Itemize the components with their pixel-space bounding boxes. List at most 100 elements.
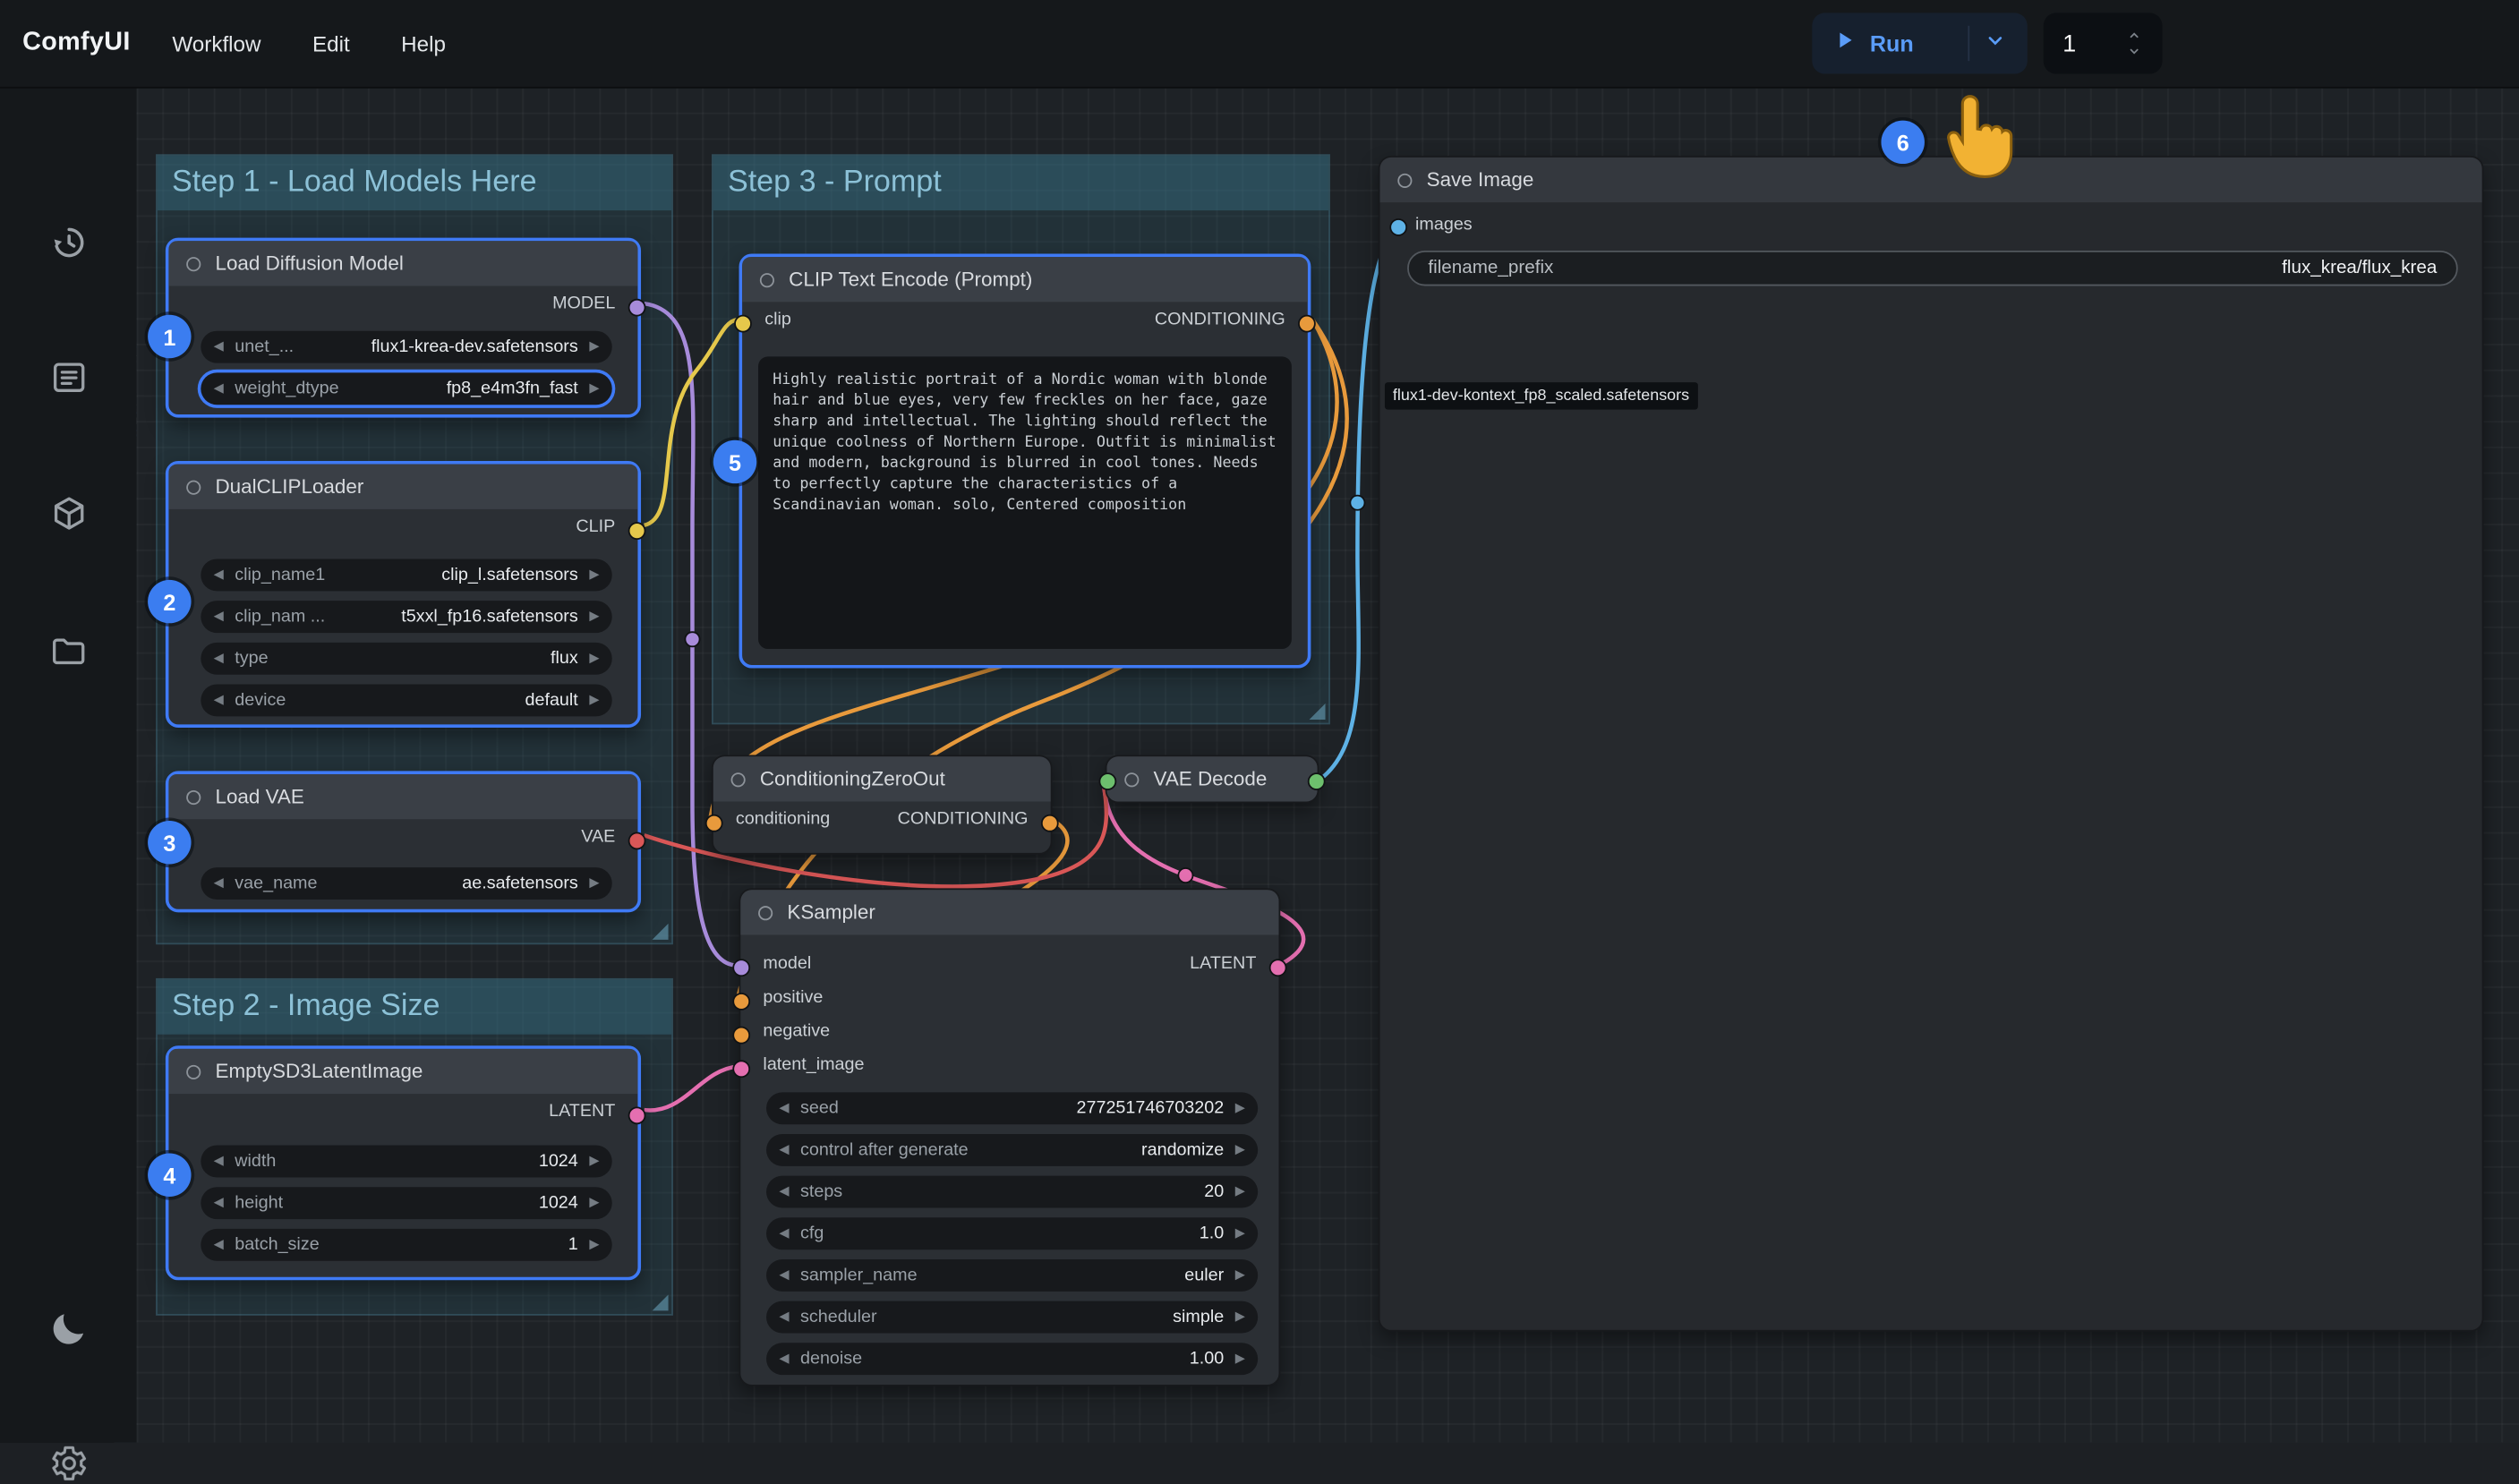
node-load-diffusion-model[interactable]: Load Diffusion Model MODEL ◀ unet_... fl… — [166, 238, 641, 418]
node-title-bar[interactable]: ConditioningZeroOut — [713, 756, 1051, 801]
menu-help[interactable]: Help — [401, 31, 446, 55]
node-title-bar[interactable]: Load Diffusion Model — [168, 241, 637, 286]
prev-arrow-icon[interactable]: ◀ — [214, 1197, 224, 1209]
prev-arrow-icon[interactable]: ◀ — [214, 694, 224, 706]
menu-workflow[interactable]: Workflow — [172, 31, 260, 55]
next-arrow-icon[interactable]: ▶ — [589, 694, 599, 706]
prev-arrow-icon[interactable]: ◀ — [779, 1185, 789, 1198]
menu-edit[interactable]: Edit — [312, 31, 350, 55]
prev-arrow-icon[interactable]: ◀ — [214, 568, 224, 581]
collapse-dot-icon[interactable] — [186, 480, 201, 494]
prev-arrow-icon[interactable]: ◀ — [779, 1144, 789, 1156]
group-step3-title[interactable]: Step 3 - Prompt — [713, 156, 1328, 210]
app-logo[interactable]: ComfyUI — [22, 29, 131, 57]
widget-filename-prefix[interactable]: filename_prefix flux_krea/flux_krea — [1407, 251, 2458, 286]
input-port-negative[interactable] — [732, 1027, 750, 1045]
widget-sampler-name[interactable]: ◀ sampler_name euler ▶ — [766, 1259, 1258, 1292]
node-conditioning-zero-out[interactable]: ConditioningZeroOut conditioning CONDITI… — [712, 755, 1052, 854]
widget-denoise[interactable]: ◀ denoise 1.00 ▶ — [766, 1343, 1258, 1375]
collapse-dot-icon[interactable] — [1124, 772, 1139, 786]
next-arrow-icon[interactable]: ▶ — [589, 1197, 599, 1209]
widget-unet-name[interactable]: ◀ unet_... flux1-krea-dev.safetensors ▶ — [201, 331, 611, 363]
output-port-latent[interactable] — [628, 1106, 646, 1124]
node-clip-text-encode[interactable]: CLIP Text Encode (Prompt) clip CONDITION… — [739, 254, 1311, 669]
collapse-dot-icon[interactable] — [186, 1064, 201, 1079]
prev-arrow-icon[interactable]: ◀ — [779, 1102, 789, 1114]
collapse-dot-icon[interactable] — [186, 789, 201, 804]
node-ksampler[interactable]: KSampler model LATENT positive negative … — [739, 888, 1281, 1386]
collapse-dot-icon[interactable] — [760, 272, 774, 286]
input-port-model[interactable] — [732, 959, 750, 977]
next-arrow-icon[interactable]: ▶ — [1235, 1352, 1245, 1365]
node-title-bar[interactable]: DualCLIPLoader — [168, 465, 637, 509]
widget-type[interactable]: ◀ type flux ▶ — [201, 643, 611, 675]
collapsed-output-port[interactable] — [1308, 772, 1326, 790]
node-dual-clip-loader[interactable]: DualCLIPLoader CLIP ◀ clip_name1 clip_l.… — [166, 461, 641, 728]
widget-cfg[interactable]: ◀ cfg 1.0 ▶ — [766, 1217, 1258, 1249]
prev-arrow-icon[interactable]: ◀ — [779, 1269, 789, 1282]
group-step1-title[interactable]: Step 1 - Load Models Here — [158, 156, 671, 210]
input-port-latent-image[interactable] — [732, 1060, 750, 1078]
next-arrow-icon[interactable]: ▶ — [1235, 1144, 1245, 1156]
model-library-icon[interactable] — [47, 491, 90, 534]
next-arrow-icon[interactable]: ▶ — [589, 568, 599, 581]
output-port-conditioning[interactable] — [1298, 315, 1316, 333]
next-arrow-icon[interactable]: ▶ — [589, 1155, 599, 1167]
widget-batch-size[interactable]: ◀ batch_size 1 ▶ — [201, 1229, 611, 1261]
widget-seed[interactable]: ◀ seed 277251746703202 ▶ — [766, 1092, 1258, 1124]
prev-arrow-icon[interactable]: ◀ — [779, 1352, 789, 1365]
next-arrow-icon[interactable]: ▶ — [1235, 1310, 1245, 1323]
prev-arrow-icon[interactable]: ◀ — [779, 1310, 789, 1323]
node-title-bar[interactable]: CLIP Text Encode (Prompt) — [742, 257, 1308, 302]
next-arrow-icon[interactable]: ▶ — [1235, 1227, 1245, 1240]
next-arrow-icon[interactable]: ▶ — [1235, 1269, 1245, 1282]
theme-moon-icon[interactable] — [47, 1306, 90, 1349]
next-arrow-icon[interactable]: ▶ — [589, 877, 599, 890]
collapse-dot-icon[interactable] — [758, 905, 773, 919]
node-title-bar[interactable]: VAE Decode — [1106, 756, 1317, 801]
node-vae-decode[interactable]: VAE Decode — [1106, 755, 1319, 803]
node-title-bar[interactable]: Save Image — [1380, 158, 2482, 202]
next-arrow-icon[interactable]: ▶ — [1235, 1102, 1245, 1114]
collapse-dot-icon[interactable] — [731, 772, 746, 786]
run-options-chevron-icon[interactable] — [1983, 27, 2009, 61]
run-button[interactable]: Run — [1812, 13, 2027, 73]
input-port-positive[interactable] — [732, 993, 750, 1011]
workflows-folder-icon[interactable] — [47, 628, 90, 671]
output-port-clip[interactable] — [628, 522, 646, 540]
prev-arrow-icon[interactable]: ◀ — [214, 340, 224, 353]
widget-clip-name2[interactable]: ◀ clip_nam ... t5xxl_fp16.safetensors ▶ — [201, 601, 611, 633]
prev-arrow-icon[interactable]: ◀ — [214, 1155, 224, 1167]
widget-steps[interactable]: ◀ steps 20 ▶ — [766, 1176, 1258, 1208]
collapsed-input-port[interactable] — [1099, 772, 1117, 790]
output-port-vae[interactable] — [628, 832, 646, 850]
widget-device[interactable]: ◀ device default ▶ — [201, 684, 611, 716]
node-load-vae[interactable]: Load VAE VAE ◀ vae_name ae.safetensors ▶ — [166, 771, 641, 912]
node-title-bar[interactable]: EmptySD3LatentImage — [168, 1049, 637, 1094]
widget-clip-name1[interactable]: ◀ clip_name1 clip_l.safetensors ▶ — [201, 559, 611, 592]
node-title-bar[interactable]: KSampler — [740, 890, 1278, 934]
prev-arrow-icon[interactable]: ◀ — [214, 610, 224, 623]
widget-control-after-generate[interactable]: ◀ control after generate randomize ▶ — [766, 1134, 1258, 1166]
widget-vae-name[interactable]: ◀ vae_name ae.safetensors ▶ — [201, 867, 611, 900]
node-title-bar[interactable]: Load VAE — [168, 774, 637, 819]
next-arrow-icon[interactable]: ▶ — [1235, 1185, 1245, 1198]
prompt-textarea[interactable]: Highly realistic portrait of a Nordic wo… — [758, 356, 1292, 649]
widget-width[interactable]: ◀ width 1024 ▶ — [201, 1146, 611, 1178]
input-port-clip[interactable] — [734, 315, 752, 333]
widget-weight-dtype[interactable]: ◀ weight_dtype fp8_e4m3fn_fast ▶ — [201, 372, 611, 405]
next-arrow-icon[interactable]: ▶ — [589, 610, 599, 623]
group-step2-title[interactable]: Step 2 - Image Size — [158, 980, 671, 1035]
node-empty-sd3-latent-image[interactable]: EmptySD3LatentImage LATENT ◀ width 1024 … — [166, 1045, 641, 1280]
batch-count-stepper[interactable]: 1 — [2044, 13, 2163, 73]
next-arrow-icon[interactable]: ▶ — [589, 382, 599, 395]
node-library-icon[interactable] — [47, 355, 90, 398]
collapse-dot-icon[interactable] — [186, 256, 201, 270]
widget-scheduler[interactable]: ◀ scheduler simple ▶ — [766, 1301, 1258, 1334]
collapse-dot-icon[interactable] — [1397, 173, 1412, 187]
next-arrow-icon[interactable]: ▶ — [589, 340, 599, 353]
input-port-images[interactable] — [1389, 218, 1407, 236]
output-port-conditioning[interactable] — [1041, 814, 1059, 832]
widget-height[interactable]: ◀ height 1024 ▶ — [201, 1187, 611, 1219]
prev-arrow-icon[interactable]: ◀ — [779, 1227, 789, 1240]
